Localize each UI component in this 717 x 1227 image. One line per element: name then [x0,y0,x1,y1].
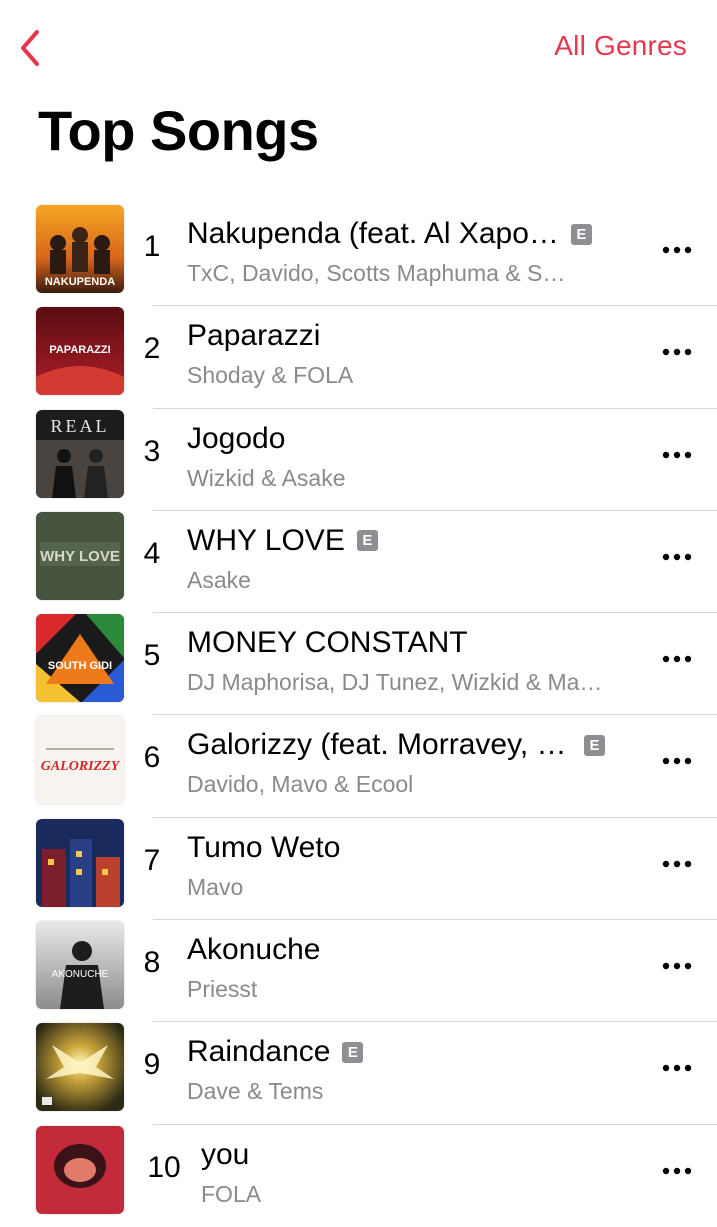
song-title: you [201,1137,250,1171]
more-options-button[interactable] [655,230,699,270]
more-options-button[interactable] [655,639,699,679]
song-rank: 5 [143,639,161,673]
song-title: Akonuche [187,933,321,967]
album-art [36,1023,124,1112]
more-options-button[interactable] [655,435,699,475]
more-options-button[interactable] [655,741,699,781]
song-title: Galorizzy (feat. Morravey, S… [187,728,572,762]
songs-list: NAKUPENDA 1 Nakupenda (feat. Al Xapo… E … [0,204,717,1227]
song-rank: 3 [143,434,161,468]
svg-text:SOUTH GIDI: SOUTH GIDI [48,660,112,672]
ellipsis-icon [662,1065,692,1072]
svg-text:PAPARAZZI: PAPARAZZI [49,344,110,356]
song-info: Tumo Weto Mavo [187,828,632,901]
song-info: Galorizzy (feat. Morravey, S… E Davido, … [187,725,632,798]
explicit-badge: E [584,734,605,756]
explicit-badge: E [570,223,592,245]
more-options-button[interactable] [655,1048,699,1088]
ellipsis-icon [662,246,692,254]
song-row[interactable]: NAKUPENDA 1 Nakupenda (feat. Al Xapo… E … [0,204,717,307]
album-art: PAPARAZZI [36,307,124,396]
album-art [36,1125,124,1214]
back-button[interactable] [12,26,48,70]
song-title: Jogodo [187,421,286,455]
song-row[interactable]: AKONUCHE 8 Akonuche Priesst [0,920,717,1023]
album-art [36,818,124,907]
song-row[interactable]: 7 Tumo Weto Mavo [0,818,717,921]
song-row[interactable]: REAL 3 Jogodo Wizkid & Asake [0,409,717,511]
song-artist: TxC, Davido, Scotts Maphuma & S… [187,260,566,286]
more-options-button[interactable] [655,1151,699,1191]
album-art: REAL [36,409,124,498]
song-title: Tumo Weto [187,830,341,864]
song-row[interactable]: 10 you FOLA [0,1125,717,1227]
song-rank: 2 [143,332,161,366]
song-artist: Davido, Mavo & Ecool [187,771,414,798]
song-artist: Shoday & FOLA [187,362,354,389]
song-artist: Asake [187,566,251,593]
chevron-left-icon [21,30,39,66]
album-art: WHY LOVE [36,511,124,600]
ellipsis-icon [662,655,692,663]
album-art: NAKUPENDA [36,205,124,293]
album-art: SOUTH GIDI [36,614,124,703]
more-options-button[interactable] [655,537,699,577]
song-rank: 9 [143,1048,161,1082]
song-row[interactable]: SOUTH GIDI 5 MONEY CONSTANT DJ Maphorisa… [0,613,717,716]
more-options-button[interactable] [655,844,699,884]
song-title: MONEY CONSTANT [187,626,468,660]
song-rank: 1 [143,230,161,263]
song-artist: Wizkid & Asake [187,464,346,491]
song-info: Jogodo Wizkid & Asake [187,419,632,492]
more-options-button[interactable] [655,332,699,372]
song-rank: 7 [143,843,161,877]
svg-text:NAKUPENDA: NAKUPENDA [45,276,115,288]
explicit-badge: E [342,1041,364,1063]
song-title: Nakupenda (feat. Al Xapo… [187,217,559,250]
song-title: Raindance [187,1035,331,1069]
explicit-badge: E [356,530,378,552]
all-genres-button[interactable]: All Genres [554,30,687,62]
song-row[interactable]: PAPARAZZI 2 Paparazzi Shoday & FOLA [0,306,717,409]
song-info: you FOLA [201,1135,646,1208]
page-title: Top Songs [38,99,319,162]
navigation-bar: All Genres [0,0,717,96]
ellipsis-icon [662,1167,692,1174]
song-info: Akonuche Priesst [187,930,632,1003]
svg-text:REAL: REAL [51,416,110,436]
song-artist: Mavo [187,873,244,900]
song-artist: FOLA [201,1180,262,1207]
more-options-button[interactable] [655,946,699,986]
ellipsis-icon [662,553,692,561]
song-info: MONEY CONSTANT DJ Maphorisa, DJ Tunez, W… [187,623,632,696]
ellipsis-icon [662,451,692,458]
song-artist: Dave & Tems [187,1078,324,1105]
song-artist: Priesst [187,976,258,1003]
song-artist: DJ Maphorisa, DJ Tunez, Wizkid & Ma… [187,669,603,696]
svg-text:GALORIZZY: GALORIZZY [41,759,121,774]
song-info: WHY LOVE E Asake [187,521,632,594]
ellipsis-icon [662,349,692,356]
song-rank: 4 [143,536,161,570]
song-rank: 6 [143,741,161,775]
song-info: Nakupenda (feat. Al Xapo… E TxC, Davido,… [187,214,632,287]
song-rank: 8 [143,946,161,980]
svg-text:AKONUCHE: AKONUCHE [52,969,109,980]
song-title: WHY LOVE [187,523,345,557]
song-rank: 10 [147,1150,181,1184]
song-row[interactable]: 9 Raindance E Dave & Tems [0,1022,717,1125]
ellipsis-icon [662,962,692,970]
song-row[interactable]: WHY LOVE 4 WHY LOVE E Asake [0,511,717,614]
svg-text:WHY LOVE: WHY LOVE [40,548,120,565]
ellipsis-icon [662,860,692,867]
ellipsis-icon [662,758,692,765]
song-title: Paparazzi [187,319,321,353]
song-info: Raindance E Dave & Tems [187,1032,632,1105]
song-row[interactable]: GALORIZZY 6 Galorizzy (feat. Morravey, S… [0,715,717,818]
song-info: Paparazzi Shoday & FOLA [187,316,632,389]
album-art: AKONUCHE [36,921,124,1010]
album-art: GALORIZZY [36,716,124,805]
